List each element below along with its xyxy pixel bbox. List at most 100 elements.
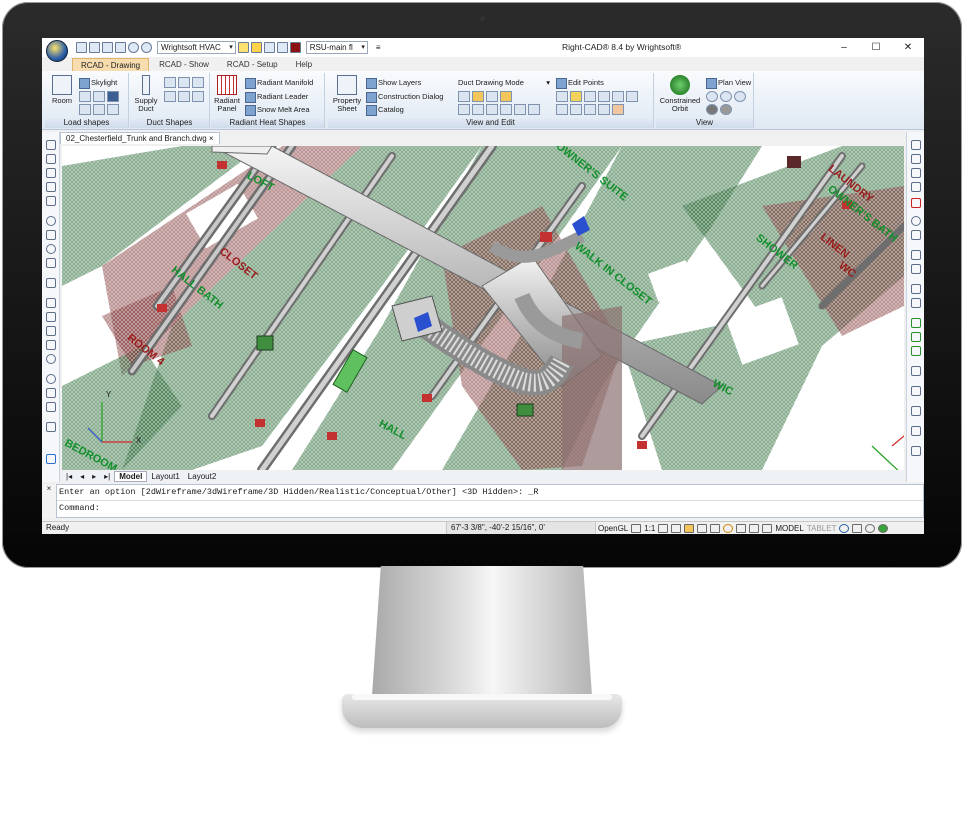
fillet-icon[interactable] bbox=[911, 366, 921, 376]
supply-duct-button[interactable]: Supply Duct bbox=[130, 75, 162, 113]
application-menu-button[interactable] bbox=[46, 39, 68, 62]
next-layout-icon[interactable]: ▸ bbox=[88, 472, 100, 481]
new-icon[interactable] bbox=[76, 42, 87, 53]
duct-elbow-icon[interactable] bbox=[178, 91, 190, 102]
close-icon[interactable]: ✕ bbox=[892, 38, 924, 57]
radiant-manifold-button[interactable]: Radiant Manifold bbox=[245, 77, 313, 89]
rotate-icon[interactable] bbox=[911, 216, 921, 226]
duct-mode-grid-icon[interactable] bbox=[472, 104, 484, 115]
undo-icon[interactable] bbox=[128, 42, 139, 53]
tab-layout2[interactable]: Layout2 bbox=[184, 472, 220, 481]
annotation-icon[interactable] bbox=[631, 524, 642, 533]
minimize-icon[interactable]: – bbox=[828, 38, 860, 57]
duct-mode-table-icon[interactable] bbox=[486, 104, 498, 115]
air-handler-icon[interactable] bbox=[192, 91, 204, 102]
align-icon[interactable] bbox=[626, 91, 638, 102]
line-icon[interactable] bbox=[46, 140, 56, 150]
view-sphere-icon[interactable] bbox=[706, 104, 718, 115]
print-icon[interactable] bbox=[115, 42, 126, 53]
view-cross-icon[interactable] bbox=[734, 91, 746, 102]
model-toggle[interactable]: MODEL bbox=[775, 523, 803, 535]
chamfer-icon[interactable] bbox=[911, 346, 921, 356]
move-icon[interactable] bbox=[570, 91, 582, 102]
scale-icon[interactable] bbox=[911, 230, 921, 240]
duct-mode-fan-icon[interactable] bbox=[472, 91, 484, 102]
stretch-icon[interactable] bbox=[584, 91, 596, 102]
auto-scale-icon[interactable] bbox=[671, 524, 682, 533]
lineweight-icon[interactable] bbox=[762, 524, 773, 533]
property-sheet-button[interactable]: Property Sheet bbox=[330, 75, 364, 113]
revcloud-icon[interactable] bbox=[46, 374, 56, 384]
redo-icon[interactable] bbox=[141, 42, 152, 53]
regen-icon[interactable] bbox=[46, 454, 56, 464]
duct-mode-home-icon[interactable] bbox=[458, 91, 470, 102]
beam-icon[interactable] bbox=[107, 104, 119, 115]
tab-rcad-drawing[interactable]: RCAD - Drawing bbox=[72, 58, 150, 71]
show-layers-button[interactable]: Show Layers bbox=[366, 77, 421, 89]
offset-entity-icon[interactable] bbox=[911, 168, 921, 178]
donut-icon[interactable] bbox=[46, 354, 56, 364]
lengthen-icon[interactable] bbox=[911, 406, 921, 416]
erase-icon[interactable] bbox=[911, 198, 921, 208]
room-button[interactable]: Room bbox=[48, 75, 76, 105]
duct-drawing-mode-dropdown[interactable]: Duct Drawing Mode ▾ bbox=[458, 77, 550, 88]
workspace-combo[interactable]: Wrightsoft HVAC bbox=[157, 41, 236, 54]
duct-mode-tool-icon[interactable] bbox=[500, 91, 512, 102]
workspace-icon[interactable] bbox=[852, 524, 863, 533]
point-icon[interactable] bbox=[46, 278, 56, 288]
pedit-icon[interactable] bbox=[911, 426, 921, 436]
text-style-icon[interactable] bbox=[556, 91, 568, 102]
floor-icon[interactable] bbox=[107, 91, 119, 102]
lock-icon[interactable] bbox=[276, 42, 288, 53]
snap-icon[interactable] bbox=[684, 524, 695, 533]
window-shape-icon[interactable] bbox=[79, 91, 91, 102]
warning-icon[interactable] bbox=[911, 250, 921, 260]
layer-icon[interactable] bbox=[263, 42, 275, 53]
customize-qat-icon[interactable]: ≡ bbox=[376, 43, 381, 52]
grid-icon[interactable] bbox=[697, 524, 708, 533]
document-tab[interactable]: 02_Chesterfield_Trunk and Branch.dwg × bbox=[60, 132, 220, 144]
tab-rcad-show[interactable]: RCAD - Show bbox=[151, 58, 217, 71]
mirror-entity-icon[interactable] bbox=[911, 154, 921, 164]
arc2-icon[interactable] bbox=[46, 230, 56, 240]
circle-icon[interactable] bbox=[46, 216, 56, 226]
command-input[interactable]: Command: bbox=[57, 500, 923, 515]
table-icon[interactable] bbox=[46, 422, 56, 432]
duct-transition-icon[interactable] bbox=[178, 77, 190, 88]
copy-icon[interactable] bbox=[556, 104, 568, 115]
save-icon[interactable] bbox=[102, 42, 113, 53]
hatch-icon[interactable] bbox=[46, 312, 56, 322]
ellipse-arc-icon[interactable] bbox=[46, 258, 56, 268]
duct-mode-block-icon[interactable] bbox=[514, 104, 526, 115]
trim-entity-icon[interactable] bbox=[911, 284, 921, 294]
cross-box-icon[interactable] bbox=[93, 104, 105, 115]
polyline-icon[interactable] bbox=[46, 154, 56, 164]
region-icon[interactable] bbox=[46, 340, 56, 350]
duct-fitting-icon[interactable] bbox=[164, 77, 176, 88]
tab-model[interactable]: Model bbox=[114, 471, 148, 482]
close-document-icon[interactable]: × bbox=[209, 134, 214, 143]
rectangle-icon[interactable] bbox=[46, 298, 56, 308]
command-window-handle[interactable]: × bbox=[42, 484, 56, 518]
properties-icon[interactable] bbox=[911, 446, 921, 456]
spline-icon[interactable] bbox=[46, 182, 56, 192]
array-icon[interactable] bbox=[598, 104, 610, 115]
xline-icon[interactable] bbox=[46, 168, 56, 178]
radiant-panel-button[interactable]: Radiant Panel bbox=[213, 75, 241, 113]
duct-mode-pen-icon[interactable] bbox=[458, 104, 470, 115]
radiant-leader-button[interactable]: Radiant Leader bbox=[245, 91, 308, 103]
catalog-button[interactable]: Catalog bbox=[366, 104, 404, 116]
layer-combo[interactable]: RSU-main fl bbox=[305, 41, 368, 54]
view-x-icon[interactable] bbox=[720, 91, 732, 102]
skylight-button[interactable]: Skylight bbox=[79, 77, 117, 89]
copy-entity-icon[interactable] bbox=[911, 140, 921, 150]
tablet-toggle[interactable]: TABLET bbox=[807, 523, 837, 535]
scale-label[interactable]: 1:1 bbox=[644, 523, 655, 535]
trim-icon[interactable] bbox=[598, 91, 610, 102]
polygon-icon[interactable] bbox=[46, 326, 56, 336]
duct-mode-grid2-icon[interactable] bbox=[528, 104, 540, 115]
ellipse-icon[interactable] bbox=[46, 244, 56, 254]
tab-help[interactable]: Help bbox=[288, 58, 320, 71]
duct-end-icon[interactable] bbox=[192, 77, 204, 88]
open-icon[interactable] bbox=[89, 42, 100, 53]
